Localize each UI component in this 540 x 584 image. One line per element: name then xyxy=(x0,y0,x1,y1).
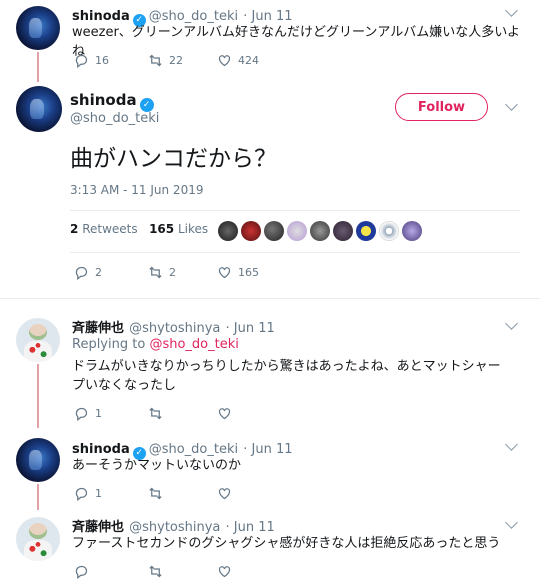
tweet-header: 斉藤伸也 @shytoshinya · Jun 11 xyxy=(72,317,275,336)
display-name[interactable]: 斉藤伸也 xyxy=(72,520,124,535)
chevron-down-icon[interactable] xyxy=(505,4,518,17)
like-button[interactable]: 424 xyxy=(217,53,259,68)
avatar[interactable] xyxy=(379,221,399,241)
like-icon xyxy=(217,265,232,280)
retweet-count: 2 xyxy=(169,266,176,279)
display-name[interactable]: 斉藤伸也 xyxy=(72,321,124,336)
retweet-icon xyxy=(148,53,163,68)
avatar[interactable] xyxy=(356,221,376,241)
like-button[interactable] xyxy=(217,486,238,501)
thread-line xyxy=(37,364,39,428)
avatar[interactable] xyxy=(333,221,353,241)
reply-button[interactable]: 2 xyxy=(74,265,102,280)
retweets-count: 2 xyxy=(70,222,79,236)
like-icon xyxy=(217,486,232,501)
avatar[interactable] xyxy=(310,221,330,241)
stat-retweets[interactable]: 2 Retweets xyxy=(70,222,138,236)
avatar[interactable] xyxy=(16,438,60,482)
reply-button[interactable]: 1 xyxy=(74,486,102,501)
avatar[interactable] xyxy=(402,221,422,241)
tweet-text: weezer、グリーンアルバム好きなんだけどグリーンアルバム嫌いな人多いよね xyxy=(72,25,520,59)
reply-count: 1 xyxy=(95,487,102,500)
stat-likes[interactable]: 165 Likes xyxy=(149,222,208,236)
avatar[interactable] xyxy=(16,86,62,132)
replying-to-link[interactable]: @sho_do_teki xyxy=(149,337,238,352)
like-count: 424 xyxy=(238,54,259,67)
handle[interactable]: @shytoshinya xyxy=(129,520,220,535)
avatar[interactable] xyxy=(16,517,60,561)
like-button[interactable] xyxy=(217,564,238,579)
display-name[interactable]: shinoda xyxy=(70,91,137,109)
reply-count: 1 xyxy=(95,407,102,420)
display-name[interactable]: shinoda xyxy=(72,442,130,457)
retweet-button[interactable] xyxy=(148,406,169,421)
retweet-icon xyxy=(148,265,163,280)
retweet-button[interactable]: 22 xyxy=(148,53,183,68)
tweet-time[interactable]: · Jun 11 xyxy=(243,442,292,457)
reply-count: 16 xyxy=(95,54,109,67)
tweet-time[interactable]: · Jun 11 xyxy=(243,9,292,24)
like-button[interactable] xyxy=(217,406,238,421)
reply-icon xyxy=(74,486,89,501)
reply-button[interactable]: 16 xyxy=(74,53,109,68)
avatar[interactable] xyxy=(287,221,307,241)
reply-button[interactable]: 1 xyxy=(74,406,102,421)
retweet-button[interactable] xyxy=(148,486,169,501)
tweet-text: 曲がハンコだから？ xyxy=(70,146,277,172)
divider xyxy=(70,252,520,253)
reply-icon xyxy=(74,265,89,280)
tweet-time[interactable]: · Jun 11 xyxy=(225,321,274,336)
verified-icon: ✓ xyxy=(139,98,154,112)
avatar[interactable] xyxy=(264,221,284,241)
handle[interactable]: @shytoshinya xyxy=(129,321,220,336)
handle[interactable]: @sho_do_teki xyxy=(70,111,159,126)
handle[interactable]: @sho_do_teki xyxy=(149,9,238,24)
reply-icon xyxy=(74,406,89,421)
avatar[interactable] xyxy=(16,318,60,362)
retweet-button[interactable]: 2 xyxy=(148,265,176,280)
retweet-button[interactable] xyxy=(148,564,169,579)
like-button[interactable]: 165 xyxy=(217,265,259,280)
retweet-icon xyxy=(148,486,163,501)
thread-line xyxy=(37,484,39,510)
avatar[interactable] xyxy=(16,6,60,50)
retweet-count: 22 xyxy=(169,54,183,67)
tweet-timestamp[interactable]: 3:13 AM - 11 Jun 2019 xyxy=(70,183,203,197)
chevron-down-icon[interactable] xyxy=(505,438,518,451)
reply-count: 2 xyxy=(95,266,102,279)
chevron-down-icon[interactable] xyxy=(505,98,518,111)
tweet-time[interactable]: · Jun 11 xyxy=(225,520,274,535)
like-icon xyxy=(217,406,232,421)
retweet-icon xyxy=(148,406,163,421)
reply-icon xyxy=(74,564,89,579)
divider xyxy=(70,210,520,211)
chevron-down-icon[interactable] xyxy=(505,317,518,330)
reply-button[interactable] xyxy=(74,564,95,579)
like-icon xyxy=(217,53,232,68)
tweet-text: あーそうかマットいないのか xyxy=(72,458,242,473)
thread-line xyxy=(37,52,39,82)
follow-button[interactable]: Follow xyxy=(395,93,488,121)
tweet-stats: 2 Retweets 165 Likes xyxy=(70,222,208,236)
avatar[interactable] xyxy=(218,221,238,241)
replying-to: Replying to @sho_do_teki xyxy=(72,337,239,352)
handle[interactable]: @sho_do_teki xyxy=(149,442,238,457)
tweet-header: 斉藤伸也 @shytoshinya · Jun 11 xyxy=(72,516,275,535)
divider xyxy=(0,298,540,299)
likes-count: 165 xyxy=(149,222,175,236)
reply-icon xyxy=(74,53,89,68)
tweet-text: ファーストセカンドのグシャグシャ感が好きな人は拒絶反応あったと思う xyxy=(72,536,501,551)
tweet-text: ドラムがいきなりかっちりしたから驚きはあったよね、あとマットシャープいなくなった… xyxy=(72,359,501,393)
chevron-down-icon[interactable] xyxy=(505,516,518,529)
like-icon xyxy=(217,564,232,579)
avatar[interactable] xyxy=(241,221,261,241)
like-count: 165 xyxy=(238,266,259,279)
display-name-row: shinoda ✓ xyxy=(70,90,157,112)
display-name[interactable]: shinoda xyxy=(72,9,130,24)
retweet-icon xyxy=(148,564,163,579)
